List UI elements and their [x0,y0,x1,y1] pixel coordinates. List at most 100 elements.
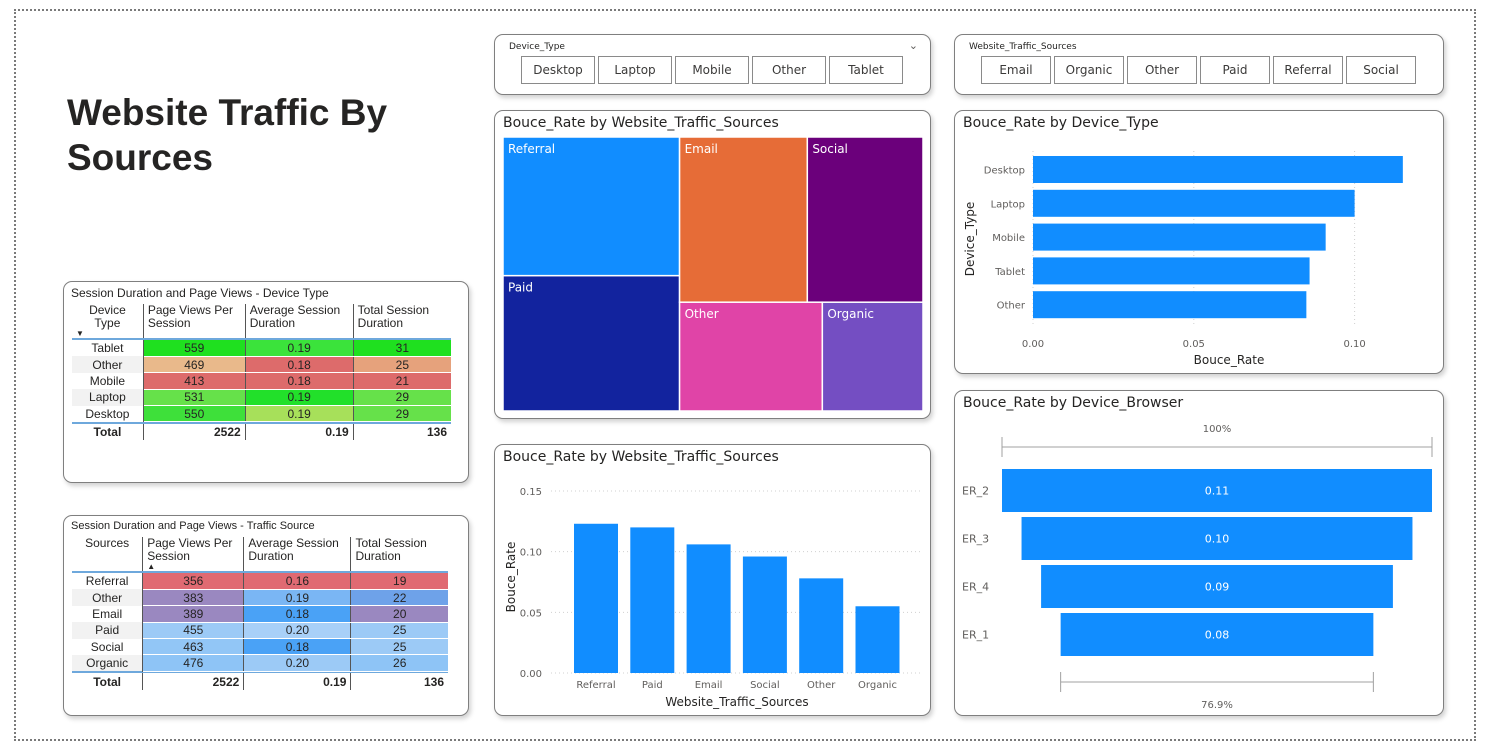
table-row[interactable]: Email 389 0.18 20 [72,605,448,623]
bar-other[interactable] [1033,291,1307,319]
table-row[interactable]: Referral 356 0.16 19 [72,573,448,590]
table-cell: 531 [143,389,246,407]
treemap-label-organic: Organic [827,307,874,321]
table-row[interactable]: Paid 455 0.20 25 [72,622,448,640]
slicer-option-organic[interactable]: Organic [1054,56,1124,84]
sort-down-arrow-icon[interactable]: ▼ [76,330,139,338]
slicer-option-laptop[interactable]: Laptop [598,56,672,84]
treemap-tile-paid[interactable] [502,274,681,412]
column-header[interactable]: Sources [72,536,144,571]
table-row[interactable]: Laptop 531 0.19 29 [72,389,451,407]
table-row[interactable]: Desktop 550 0.19 29 [72,405,451,423]
column-header[interactable]: Page Views Per Session [143,304,246,338]
table-cell: 26 [350,654,448,672]
table-cell: 413 [143,372,246,390]
treemap-tile-social[interactable] [806,136,924,303]
bar-mobile[interactable] [1033,223,1326,251]
slicer-option-desktop[interactable]: Desktop [521,56,595,84]
x-axis-title: Bouce_Rate [1194,353,1265,367]
bar-paid[interactable] [630,527,675,673]
chevron-down-icon[interactable]: ⌄ [909,39,918,52]
table-row[interactable]: Tablet 559 0.19 31 [72,340,451,357]
bar-referral[interactable] [574,523,618,673]
table-cell: 29 [353,389,451,407]
bar-laptop[interactable] [1033,189,1355,217]
table-cell: 550 [143,405,246,423]
column-header[interactable]: Total Session Duration [351,537,448,571]
slicer-option-other[interactable]: Other [1127,56,1197,84]
total-cell: 2522 [143,423,246,441]
treemap-label-email: Email [685,142,718,156]
treemap-label-social: Social [812,142,848,156]
table-cell: 356 [142,573,245,590]
row-label: Other [72,356,144,373]
bar-desktop[interactable] [1033,156,1403,183]
y-tick-label: 0.15 [520,487,542,498]
x-tick-label: 0.00 [1022,339,1044,350]
treemap-tile-email[interactable] [678,136,809,303]
column-header-label: Average Session Duration [248,536,339,563]
column-header[interactable]: Device Type ▼ [72,304,144,338]
x-tick-label: Other [807,680,836,691]
device-type-slicer: Device_Type ⌄ Desktop Laptop Mobile Other Ta… [494,34,931,95]
column-header[interactable]: Average Session Duration [243,536,352,571]
total-cell: 0.19 [243,673,352,690]
bar-tablet[interactable] [1033,257,1310,285]
table-cell: 0.19 [243,589,352,607]
table-cell: 0.20 [243,654,352,672]
row-label: Tablet [72,340,144,357]
table-title: Session Duration and Page Views - Device… [71,286,329,300]
slicer-option-tablet[interactable]: Tablet [829,56,903,84]
slicer-chips: Desktop Laptop Mobile Other Tablet [521,56,903,84]
slicer-option-paid[interactable]: Paid [1200,56,1270,84]
y-tick-label: 0.00 [520,669,542,680]
bar-email[interactable] [686,544,731,673]
device-type-bar-chart: 0.00 0.05 0.10 Desktop Laptop Mobile Tablet Oth… [963,151,1403,367]
table-cell: 383 [142,589,245,607]
table-row[interactable]: Social 463 0.18 25 [72,638,448,656]
table-row[interactable]: Organic 476 0.20 26 [72,654,448,672]
bar-organic[interactable] [855,606,900,673]
table-row[interactable]: Other 383 0.19 22 [72,589,448,607]
table-cell: 31 [353,340,451,357]
column-header[interactable]: Total Session Duration [353,304,451,338]
table-cell: 20 [350,605,448,623]
traffic-source-slicer: Website_Traffic_Sources Email Organic Othe… [954,34,1444,95]
sort-up-arrow-icon[interactable]: ▲ [147,563,239,571]
y-tick-label: 0.10 [520,548,542,559]
y-tick-label: Mobile [992,233,1025,244]
funnel-category-label: ER_3 [962,533,989,546]
row-label: Paid [72,622,144,639]
treemap-label-referral: Referral [508,142,555,156]
traffic-source-bar-card: Bouce_Rate by Website_Traffic_Sources 0.… [494,444,931,716]
table-cell: 469 [143,356,246,374]
funnel-value-label: 0.10 [1205,533,1230,546]
funnel-category-label: ER_2 [962,485,989,498]
slicer-option-other[interactable]: Other [752,56,826,84]
x-tick-label: 0.10 [1343,339,1365,350]
funnel-category-label: ER_1 [962,629,989,642]
treemap-label-other: Other [685,307,719,321]
table-row[interactable]: Other 469 0.18 25 [72,356,451,374]
column-header[interactable]: Average Session Duration [245,304,354,338]
total-cell: 2522 [142,673,245,690]
table-cell: 389 [142,605,245,623]
slicer-option-email[interactable]: Email [981,56,1051,84]
table-cell: 0.16 [243,573,352,590]
table-row[interactable]: Mobile 413 0.18 21 [72,372,451,390]
slicer-option-social[interactable]: Social [1346,56,1416,84]
treemap-card: Bouce_Rate by Website_Traffic_Sources Re… [494,110,931,419]
funnel-top-percent: 100% [1203,424,1232,435]
row-label: Mobile [72,372,144,390]
table-cell: 19 [350,573,448,590]
column-header[interactable]: Page Views Per Session ▲ [142,536,245,571]
slicer-option-referral[interactable]: Referral [1273,56,1343,84]
slicer-option-mobile[interactable]: Mobile [675,56,749,84]
column-header-label: Page Views Per Session [147,536,233,563]
total-row: Total 2522 0.19 136 [72,673,448,690]
column-header-label: Sources [85,536,130,550]
y-tick-label: Desktop [984,166,1025,177]
bar-social[interactable] [742,556,787,673]
treemap-tile-referral[interactable] [502,136,681,277]
bar-other[interactable] [799,578,844,673]
